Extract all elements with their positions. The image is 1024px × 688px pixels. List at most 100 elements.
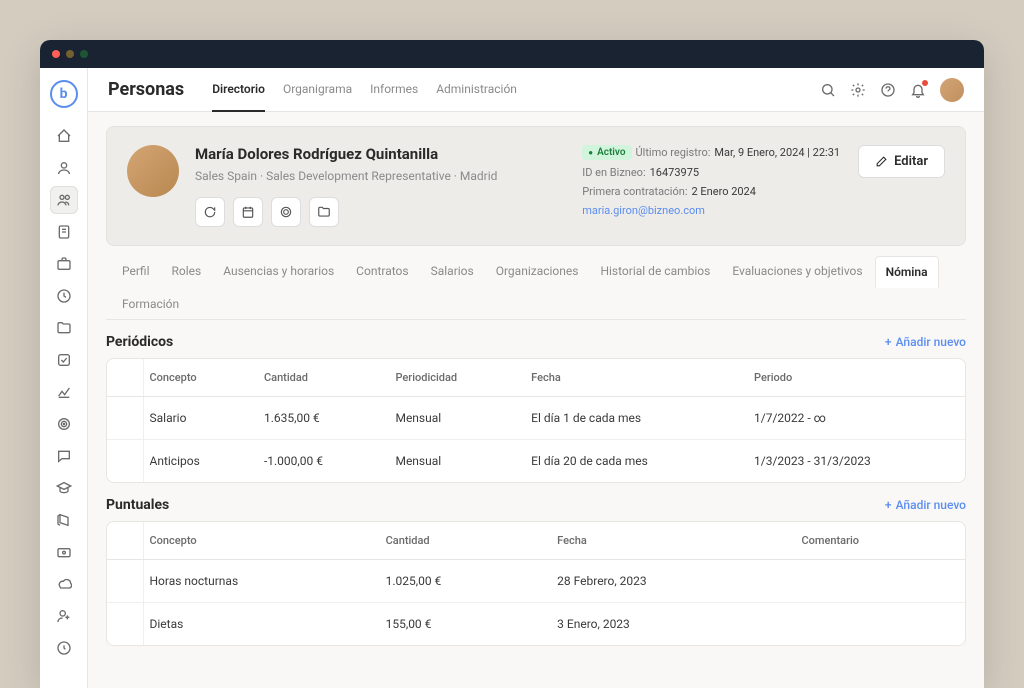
sidebar-add-user[interactable]: [50, 602, 78, 630]
main-tabs: Directorio Organigrama Informes Administ…: [212, 68, 800, 112]
search-icon[interactable]: [820, 82, 836, 98]
app-window: b Personas Directorio Orga: [40, 40, 984, 688]
sidebar-documents[interactable]: [50, 218, 78, 246]
sidebar-target[interactable]: [50, 410, 78, 438]
profile-meta: Activo Último registro: Mar, 9 Enero, 20…: [582, 145, 840, 227]
action-refresh[interactable]: [195, 197, 225, 227]
punctual-add-button[interactable]: + Añadir nuevo: [885, 498, 966, 512]
cell-cantidad: 1.025,00 €: [374, 560, 546, 603]
table-row[interactable]: Salario 1.635,00 € Mensual El día 1 de c…: [107, 397, 965, 440]
pencil-icon: [875, 155, 888, 168]
periodic-th-concepto: Concepto: [143, 359, 252, 397]
subtab-perfil[interactable]: Perfil: [112, 256, 160, 287]
periodic-title: Periódicos: [106, 334, 173, 350]
cell-cantidad: 155,00 €: [374, 603, 546, 646]
id-value: 16473975: [650, 166, 699, 179]
punctual-th-concepto: Concepto: [143, 522, 374, 560]
id-label: ID en Bizneo:: [582, 166, 645, 179]
profile-avatar: [127, 145, 179, 197]
periodic-th-fecha: Fecha: [519, 359, 742, 397]
periodic-table: Concepto Cantidad Periodicidad Fecha Per…: [106, 358, 966, 483]
table-row[interactable]: Horas nocturnas 1.025,00 € 28 Febrero, 2…: [107, 560, 965, 603]
help-icon[interactable]: [880, 82, 896, 98]
punctual-th-fecha: Fecha: [545, 522, 789, 560]
subtab-nomina[interactable]: Nómina: [875, 256, 939, 288]
table-row[interactable]: Dietas 155,00 € 3 Enero, 2023: [107, 603, 965, 646]
subtab-roles[interactable]: Roles: [162, 256, 212, 287]
punctual-title: Puntuales: [106, 497, 169, 513]
main-content: Personas Directorio Organigrama Informes…: [88, 68, 984, 688]
sidebar-folder[interactable]: [50, 314, 78, 342]
tab-organigrama[interactable]: Organigrama: [283, 68, 352, 112]
cell-fecha: El día 1 de cada mes: [519, 397, 742, 440]
close-window-icon[interactable]: [52, 50, 60, 58]
subtab-salarios[interactable]: Salarios: [421, 256, 484, 287]
user-avatar[interactable]: [940, 78, 964, 102]
periodic-th-periodo: Periodo: [742, 359, 965, 397]
subtab-historial[interactable]: Historial de cambios: [590, 256, 720, 287]
sidebar-home[interactable]: [50, 122, 78, 150]
action-calendar[interactable]: [233, 197, 263, 227]
edit-button[interactable]: Editar: [858, 145, 945, 178]
punctual-th-cantidad: Cantidad: [374, 522, 546, 560]
subtab-formacion[interactable]: Formación: [112, 289, 189, 319]
maximize-window-icon[interactable]: [80, 50, 88, 58]
sidebar-chat[interactable]: [50, 442, 78, 470]
periodic-th-periodicidad: Periodicidad: [383, 359, 519, 397]
tab-administracion[interactable]: Administración: [436, 68, 517, 112]
sidebar-people[interactable]: [50, 186, 78, 214]
cell-concepto: Dietas: [143, 603, 374, 646]
subtabs: Perfil Roles Ausencias y horarios Contra…: [106, 246, 966, 320]
cell-periodo: 1/7/2022 - ∞: [742, 397, 965, 440]
subtab-evaluaciones[interactable]: Evaluaciones y objetivos: [722, 256, 872, 287]
cell-cantidad: 1.635,00 €: [252, 397, 384, 440]
subtab-ausencias[interactable]: Ausencias y horarios: [213, 256, 344, 287]
cell-cantidad: -1.000,00 €: [252, 440, 384, 483]
action-folder[interactable]: [309, 197, 339, 227]
sidebar-clock[interactable]: [50, 282, 78, 310]
sidebar-briefcase[interactable]: [50, 250, 78, 278]
action-target[interactable]: [271, 197, 301, 227]
notification-dot: [922, 80, 928, 86]
tab-informes[interactable]: Informes: [370, 68, 418, 112]
first-hire-label: Primera contratación:: [582, 185, 687, 198]
sidebar-user[interactable]: [50, 154, 78, 182]
sidebar-history[interactable]: [50, 634, 78, 662]
cell-periodicidad: Mensual: [383, 397, 519, 440]
sidebar: b: [40, 68, 88, 688]
last-login-value: Mar, 9 Enero, 2024 | 22:31: [714, 146, 840, 159]
app-logo[interactable]: b: [50, 80, 78, 108]
subtab-organizaciones[interactable]: Organizaciones: [486, 256, 589, 287]
page-title: Personas: [108, 79, 184, 100]
last-login-label: Último registro:: [636, 146, 711, 159]
periodic-th-cantidad: Cantidad: [252, 359, 384, 397]
sidebar-cloud[interactable]: [50, 570, 78, 598]
subtab-contratos[interactable]: Contratos: [346, 256, 418, 287]
cell-periodo: 1/3/2023 - 31/3/2023: [742, 440, 965, 483]
cell-fecha: El día 20 de cada mes: [519, 440, 742, 483]
cell-periodicidad: Mensual: [383, 440, 519, 483]
cell-concepto: Horas nocturnas: [143, 560, 374, 603]
status-badge: Activo: [582, 145, 631, 160]
sidebar-check[interactable]: [50, 346, 78, 374]
profile-name: María Dolores Rodríguez Quintanilla: [195, 145, 497, 163]
sidebar-education[interactable]: [50, 474, 78, 502]
cell-concepto: Salario: [143, 397, 252, 440]
tab-directorio[interactable]: Directorio: [212, 68, 265, 112]
profile-email[interactable]: maria.giron@bizneo.com: [582, 204, 705, 217]
table-row[interactable]: Anticipos -1.000,00 € Mensual El día 20 …: [107, 440, 965, 483]
minimize-window-icon[interactable]: [66, 50, 74, 58]
topbar: Personas Directorio Organigrama Informes…: [88, 68, 984, 112]
sidebar-payroll[interactable]: [50, 538, 78, 566]
sidebar-expenses[interactable]: [50, 506, 78, 534]
settings-icon[interactable]: [850, 82, 866, 98]
notifications-icon[interactable]: [910, 82, 926, 98]
cell-comentario: [789, 560, 965, 603]
edit-label: Editar: [894, 154, 928, 169]
sidebar-chart[interactable]: [50, 378, 78, 406]
punctual-th-comentario: Comentario: [789, 522, 965, 560]
titlebar: [40, 40, 984, 68]
periodic-add-label: Añadir nuevo: [896, 335, 966, 349]
periodic-add-button[interactable]: + Añadir nuevo: [885, 335, 966, 349]
first-hire-value: 2 Enero 2024: [692, 185, 756, 198]
